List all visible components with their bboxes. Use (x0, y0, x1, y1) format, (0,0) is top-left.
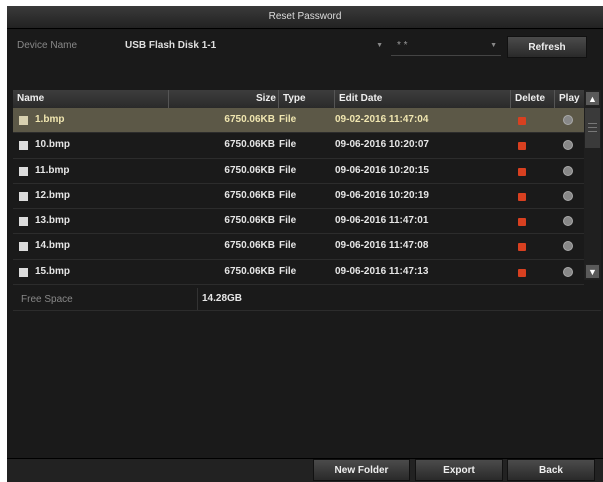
column-type[interactable]: Type (279, 90, 335, 108)
column-name[interactable]: Name (13, 90, 169, 108)
chevron-down-icon: ▼ (376, 42, 383, 49)
play-icon[interactable] (563, 115, 573, 125)
free-space-value: 14.28GB (197, 288, 601, 310)
file-type: File (279, 265, 297, 277)
export-button[interactable]: Export (415, 459, 503, 481)
play-icon[interactable] (563, 216, 573, 227)
table-row[interactable]: 1.bmp 6750.06KB File 09-02-2016 11:47:04 (13, 108, 584, 134)
delete-icon[interactable] (518, 167, 526, 176)
chevron-down-icon: ▼ (490, 42, 497, 49)
file-type: File (279, 215, 297, 227)
free-space-label: Free Space (21, 294, 73, 305)
file-name: 15.bmp (35, 265, 71, 277)
file-type: File (279, 164, 297, 176)
column-delete: Delete (511, 90, 555, 108)
device-type-value: * * (397, 40, 408, 51)
file-size: 6750.06KB (224, 240, 275, 252)
play-icon[interactable] (563, 140, 573, 151)
file-icon (19, 267, 28, 277)
column-size[interactable]: Size (169, 90, 279, 108)
device-select-value: USB Flash Disk 1-1 (125, 40, 217, 51)
play-icon[interactable] (563, 190, 573, 201)
delete-icon[interactable] (518, 243, 526, 252)
device-type-select[interactable]: * * ▼ (391, 36, 501, 56)
table-row[interactable]: 12.bmp 6750.06KB File 09-06-2016 10:20:19 (13, 184, 584, 210)
file-size: 6750.06KB (224, 139, 275, 151)
file-edit-date: 09-06-2016 10:20:07 (335, 139, 429, 151)
play-icon[interactable] (563, 241, 573, 252)
file-icon (19, 141, 28, 151)
file-type: File (279, 189, 297, 201)
file-name: 14.bmp (35, 240, 71, 252)
file-name: 13.bmp (35, 215, 71, 227)
file-edit-date: 09-06-2016 11:47:01 (335, 215, 429, 227)
file-icon (19, 242, 28, 252)
delete-icon[interactable] (518, 218, 526, 227)
back-button[interactable]: Back (507, 459, 595, 481)
file-icon (19, 217, 28, 227)
delete-icon[interactable] (518, 142, 526, 151)
table-row[interactable]: 15.bmp 6750.06KB File 09-06-2016 11:47:13 (13, 260, 584, 286)
file-size: 6750.06KB (224, 265, 275, 277)
play-icon[interactable] (563, 266, 573, 277)
table-header: Name Size Type Edit Date Delete Play (13, 90, 584, 109)
dialog-title: Reset Password (7, 6, 603, 29)
file-name: 11.bmp (35, 164, 70, 176)
file-edit-date: 09-06-2016 11:47:08 (335, 240, 429, 252)
file-type: File (279, 240, 297, 252)
file-icon (19, 191, 28, 201)
file-size: 6750.06KB (224, 114, 275, 125)
file-edit-date: 09-06-2016 11:47:13 (335, 265, 429, 277)
file-edit-date: 09-06-2016 10:20:15 (335, 164, 429, 176)
scrollbar-thumb[interactable] (585, 108, 600, 148)
file-edit-date: 09-06-2016 10:20:19 (335, 189, 429, 201)
chevron-up-icon[interactable]: ▲ (585, 91, 600, 106)
delete-icon[interactable] (518, 192, 526, 201)
file-size: 6750.06KB (224, 215, 275, 227)
file-name: 12.bmp (35, 189, 71, 201)
table-row[interactable]: 13.bmp 6750.06KB File 09-06-2016 11:47:01 (13, 209, 584, 235)
reset-password-dialog: Reset Password Device Name USB Flash Dis… (7, 6, 603, 482)
scrollbar[interactable]: ▲ ▼ (584, 90, 601, 280)
delete-icon[interactable] (518, 117, 526, 125)
file-type: File (279, 139, 297, 151)
device-select[interactable]: USB Flash Disk 1-1 ▼ (119, 36, 387, 56)
file-list: 1.bmp 6750.06KB File 09-02-2016 11:47:04 10.… (13, 108, 584, 286)
chevron-down-icon[interactable]: ▼ (585, 264, 600, 279)
file-name: 10.bmp (35, 139, 71, 151)
file-name: 1.bmp (35, 114, 65, 125)
file-edit-date: 09-02-2016 11:47:04 (335, 114, 429, 125)
table-row[interactable]: 14.bmp 6750.06KB File 09-06-2016 11:47:08 (13, 234, 584, 260)
new-folder-button[interactable]: New Folder (313, 459, 410, 481)
refresh-button[interactable]: Refresh (507, 36, 587, 58)
file-size: 6750.06KB (224, 164, 275, 176)
file-size: 6750.06KB (224, 189, 275, 201)
file-icon (19, 166, 28, 176)
file-type: File (279, 114, 297, 125)
file-icon (19, 116, 28, 125)
device-name-label: Device Name (17, 40, 78, 51)
file-table: Name Size Type Edit Date Delete Play 1.b… (13, 90, 584, 286)
delete-icon[interactable] (518, 268, 526, 277)
column-edit-date[interactable]: Edit Date (335, 90, 511, 108)
footer-bar: New Folder Export Back (7, 458, 603, 482)
table-row[interactable]: 10.bmp 6750.06KB File 09-06-2016 10:20:07 (13, 133, 584, 159)
free-space-row: Free Space 14.28GB (13, 288, 601, 311)
play-icon[interactable] (563, 165, 573, 176)
table-row[interactable]: 11.bmp 6750.06KB File 09-06-2016 10:20:15 (13, 159, 584, 184)
column-play: Play (559, 93, 580, 104)
